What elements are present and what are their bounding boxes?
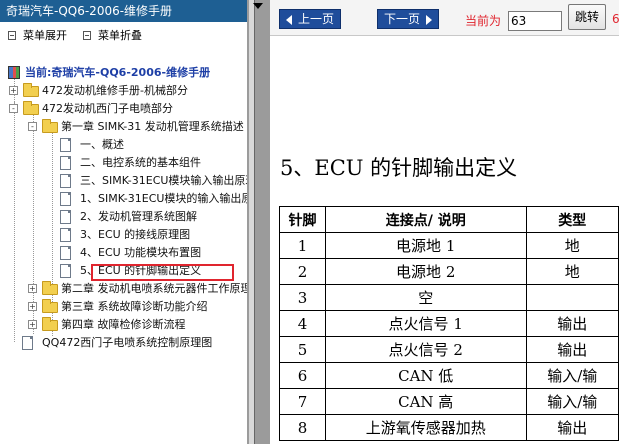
expand-plus-icon[interactable]: +	[28, 302, 37, 311]
expand-plus-icon[interactable]: +	[28, 320, 37, 329]
table-row: 5 点火信号 2 输出	[279, 336, 619, 363]
jump-button[interactable]: 跳转	[568, 4, 606, 30]
cell-connection: 上游氧传感器加热	[324, 414, 527, 441]
table-row: 6 CAN 低输入/输	[279, 362, 619, 389]
tree-item-label: 第三章 系统故障诊断功能介绍	[61, 300, 208, 313]
tree-item-label: 三、SIMK-31ECU模块输入输出原理	[80, 174, 247, 187]
page-icon	[22, 336, 33, 350]
table-row: 8 上游氧传感器加热 输出	[279, 414, 619, 441]
folder-open-icon	[23, 101, 39, 115]
tree-item-label: 3、ECU 的接线原理图	[80, 228, 191, 241]
tree-item-label: 2、发动机管理系统图解	[80, 210, 197, 223]
cell-pin: 4	[279, 310, 326, 337]
tree-item-label: QQ472西门子电喷系统控制原理图	[42, 336, 213, 349]
folder-icon	[23, 83, 39, 97]
next-page-button[interactable]: 下一页	[377, 9, 440, 29]
prev-page-label: 上一页	[298, 12, 335, 26]
cell-connection: 点火信号 1	[324, 310, 527, 337]
page-icon	[60, 246, 71, 260]
cell-pin: 6	[279, 362, 326, 389]
menu-collapse-label: 菜单折叠	[98, 29, 142, 42]
cell-connection: CAN 高	[324, 388, 527, 415]
menu-expand-button[interactable]: 菜单展开	[8, 29, 67, 43]
expand-plus-icon[interactable]: +	[9, 86, 18, 95]
cell-connection: 点火信号 2	[324, 336, 527, 363]
cell-pin: 8	[279, 414, 326, 441]
page-icon	[60, 174, 71, 188]
cell-pin: 2	[279, 258, 326, 285]
document-pane: 上一页 下一页 当前为 跳转 6 5、ECU 的针脚输出定义 针脚 连接点/ 说…	[270, 0, 619, 444]
cell-type: 输入/输	[525, 362, 619, 389]
tree-root-label: 当前:奇瑞汽车-QQ6-2006-维修手册	[25, 66, 211, 79]
collapse-icon	[83, 31, 91, 40]
page-number-input[interactable]	[508, 11, 562, 31]
table-row: 1 电源地 1地	[279, 232, 619, 259]
cell-connection: 电源地 1	[324, 232, 527, 259]
folder-icon	[42, 317, 58, 331]
table-row: 4 点火信号 1 输出	[279, 310, 619, 337]
cell-type: 输出	[525, 414, 619, 441]
page-total-text: 6	[612, 12, 619, 26]
pin-definition-table: 针脚 连接点/ 说明 类型 1 电源地 1地 2 电源地 2地 3空 4 点火信号 1…	[279, 206, 619, 441]
cell-type: 输出	[525, 336, 619, 363]
table-header-row: 针脚 连接点/ 说明 类型	[279, 206, 619, 233]
cell-type	[525, 284, 619, 311]
tree-item-label: 472发动机西门子电喷部分	[42, 102, 173, 115]
page-icon	[60, 264, 71, 278]
tree-item-label: 4、ECU 功能模块布置图	[80, 246, 202, 259]
folder-icon	[42, 299, 58, 313]
page-icon	[60, 138, 71, 152]
tree-item-label: 472发动机维修手册-机械部分	[42, 84, 188, 97]
menu-collapse-button[interactable]: 菜单折叠	[83, 29, 142, 43]
cell-pin: 5	[279, 336, 326, 363]
column-header-pin: 针脚	[279, 206, 326, 233]
window-title: 奇瑞汽车-QQ6-2006-维修手册	[0, 0, 247, 22]
cell-connection: 空	[324, 284, 527, 311]
table-row: 7 CAN 高输入/输	[279, 388, 619, 415]
current-page-label: 当前为	[465, 14, 502, 28]
folder-icon	[42, 281, 58, 295]
cell-type: 输出	[525, 310, 619, 337]
prev-page-button[interactable]: 上一页	[279, 9, 342, 29]
column-header-connection: 连接点/ 说明	[324, 206, 527, 233]
cell-type: 地	[525, 232, 619, 259]
scroll-down-arrow-icon[interactable]	[252, 0, 264, 12]
expand-icon	[8, 31, 16, 40]
folder-open-icon	[42, 119, 58, 133]
page-icon	[60, 192, 71, 206]
cell-connection: 电源地 2	[324, 258, 527, 285]
cell-pin: 3	[279, 284, 326, 311]
book-icon	[8, 66, 20, 79]
tree-item-label: 二、电控系统的基本组件	[80, 156, 201, 169]
table-row: 3空	[279, 284, 619, 311]
menu-toolbar: 菜单展开 菜单折叠	[0, 26, 247, 44]
page-icon	[60, 156, 71, 170]
cell-connection: CAN 低	[324, 362, 527, 389]
document-heading: 5、ECU 的针脚输出定义	[280, 156, 518, 180]
cell-pin: 1	[279, 232, 326, 259]
collapse-minus-icon[interactable]: -	[28, 122, 37, 131]
arrow-left-icon	[286, 14, 292, 25]
column-header-type: 类型	[525, 206, 619, 233]
tree-item-label: 一、概述	[80, 138, 124, 151]
next-page-label: 下一页	[384, 12, 421, 26]
selection-highlight	[91, 264, 234, 281]
cell-type: 输入/输	[525, 388, 619, 415]
collapse-minus-icon[interactable]: -	[9, 104, 18, 113]
navigation-pane: 奇瑞汽车-QQ6-2006-维修手册 菜单展开 菜单折叠 当前:奇瑞汽车-QQ6…	[0, 0, 247, 444]
page-toolbar: 上一页 下一页 当前为 跳转 6	[270, 0, 619, 36]
page-icon	[60, 210, 71, 224]
tree-item-label: 第四章 故障检修诊断流程	[61, 318, 186, 331]
cell-type: 地	[525, 258, 619, 285]
menu-expand-label: 菜单展开	[23, 29, 67, 42]
page-icon	[60, 228, 71, 242]
cell-pin: 7	[279, 388, 326, 415]
tree-item-label: 1、SIMK-31ECU模块的输入输出原理	[80, 192, 247, 205]
pane-splitter[interactable]	[247, 0, 270, 444]
tree-item-label: 第一章 SIMK-31 发动机管理系统描述	[61, 120, 244, 133]
tree-item-label: 第二章 发动机电喷系统元器件工作原理	[61, 282, 247, 295]
expand-plus-icon[interactable]: +	[28, 284, 37, 293]
arrow-right-icon	[426, 14, 433, 25]
table-row: 2 电源地 2地	[279, 258, 619, 285]
